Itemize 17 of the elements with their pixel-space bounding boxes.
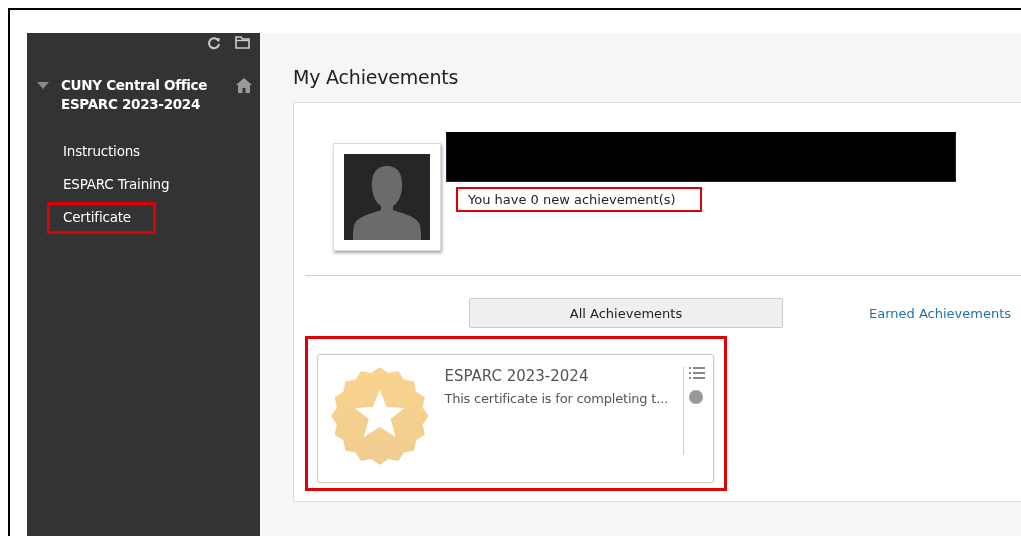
sidebar-link[interactable]: Instructions	[47, 136, 165, 168]
course-title: CUNY Central Office ESPARC 2023-2024	[61, 76, 209, 114]
achievement-summary: You have 0 new achievement(s)	[456, 187, 702, 212]
filter-tab[interactable]: All Achievements	[469, 298, 783, 328]
refresh-icon[interactable]	[207, 36, 221, 50]
achievement-card[interactable]: ESPARC 2023-2024 This certificate is for completing t...	[317, 354, 714, 483]
achievement-description: This certificate is for completing t...	[444, 391, 669, 406]
sidebar-link[interactable]: Certificate	[47, 202, 156, 234]
sidebar-link[interactable]: ESPARC Training	[47, 169, 195, 201]
star-badge-icon	[330, 366, 430, 466]
collapse-caret-icon[interactable]	[37, 82, 49, 89]
page-title: My Achievements	[293, 65, 460, 90]
achievement-title: ESPARC 2023-2024	[444, 367, 590, 385]
filter-tab[interactable]: Earned Achievements	[869, 305, 1012, 321]
home-icon[interactable]	[236, 78, 252, 93]
folder-icon[interactable]	[235, 36, 250, 49]
list-icon[interactable]	[689, 367, 705, 380]
